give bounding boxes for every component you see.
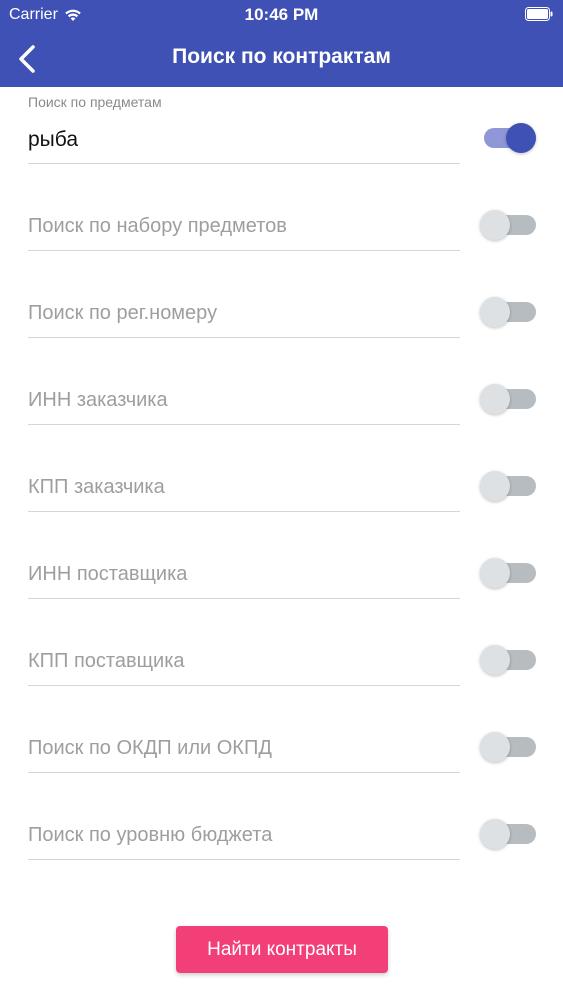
customer-kpp-toggle[interactable] bbox=[480, 471, 536, 501]
subject-search-value: рыба bbox=[28, 128, 78, 151]
toggle-knob bbox=[480, 210, 510, 240]
budget-level-toggle[interactable] bbox=[480, 819, 536, 849]
subject-set-placeholder: Поиск по набору предметов bbox=[28, 215, 287, 237]
filter-row-okdp: Поиск по ОКДП или ОКПД bbox=[0, 696, 563, 783]
find-contracts-button[interactable]: Найти контракты bbox=[176, 926, 388, 973]
toggle-knob bbox=[480, 471, 510, 501]
filter-row-reg-number: Поиск по рег.номеру bbox=[0, 261, 563, 348]
reg-number-placeholder: Поиск по рег.номеру bbox=[28, 302, 218, 324]
toggle-knob bbox=[480, 297, 510, 327]
okdp-placeholder: Поиск по ОКДП или ОКПД bbox=[28, 737, 272, 759]
supplier-kpp-placeholder: КПП поставщика bbox=[28, 650, 185, 672]
chevron-left-icon bbox=[19, 45, 35, 73]
supplier-kpp-field[interactable]: КПП поставщика bbox=[28, 609, 460, 686]
filter-row-customer-kpp: КПП заказчика bbox=[0, 435, 563, 522]
filter-row-subject-set: Поиск по набору предметов bbox=[0, 174, 563, 261]
back-button[interactable] bbox=[10, 42, 44, 76]
customer-kpp-field[interactable]: КПП заказчика bbox=[28, 435, 460, 512]
battery-icon bbox=[525, 7, 553, 21]
subject-search-label: Поиск по предметам bbox=[28, 94, 162, 110]
filter-row-supplier-kpp: КПП поставщика bbox=[0, 609, 563, 696]
page-title: Поиск по контрактам bbox=[172, 45, 391, 68]
toggle-knob bbox=[506, 123, 536, 153]
toggle-knob bbox=[480, 732, 510, 762]
budget-level-placeholder: Поиск по уровню бюджета bbox=[28, 824, 273, 846]
customer-kpp-placeholder: КПП заказчика bbox=[28, 476, 165, 498]
status-time: 10:46 PM bbox=[244, 5, 319, 24]
toggle-knob bbox=[480, 558, 510, 588]
filter-row-budget-level: Поиск по уровню бюджета bbox=[0, 783, 563, 870]
subject-search-field[interactable]: Поиск по предметам рыба bbox=[28, 87, 460, 164]
toggle-knob bbox=[480, 819, 510, 849]
okdp-field[interactable]: Поиск по ОКДП или ОКПД bbox=[28, 696, 460, 773]
subject-search-toggle[interactable] bbox=[480, 123, 536, 153]
supplier-kpp-toggle[interactable] bbox=[480, 645, 536, 675]
budget-level-field[interactable]: Поиск по уровню бюджета bbox=[28, 783, 460, 860]
toggle-knob bbox=[480, 645, 510, 675]
toggle-knob bbox=[480, 384, 510, 414]
app-header: Carrier 10:46 PM Поиск по контрактам bbox=[0, 0, 563, 87]
customer-inn-placeholder: ИНН заказчика bbox=[28, 389, 168, 411]
status-bar: Carrier 10:46 PM bbox=[0, 0, 563, 30]
navigation-bar: Поиск по контрактам bbox=[0, 30, 563, 87]
subject-set-field[interactable]: Поиск по набору предметов bbox=[28, 174, 460, 251]
supplier-inn-toggle[interactable] bbox=[480, 558, 536, 588]
supplier-inn-placeholder: ИНН поставщика bbox=[28, 563, 188, 585]
reg-number-field[interactable]: Поиск по рег.номеру bbox=[28, 261, 460, 338]
subject-set-toggle[interactable] bbox=[480, 210, 536, 240]
filter-row-subject: Поиск по предметам рыба bbox=[0, 87, 563, 174]
okdp-toggle[interactable] bbox=[480, 732, 536, 762]
customer-inn-field[interactable]: ИНН заказчика bbox=[28, 348, 460, 425]
customer-inn-toggle[interactable] bbox=[480, 384, 536, 414]
supplier-inn-field[interactable]: ИНН поставщика bbox=[28, 522, 460, 599]
filter-row-customer-inn: ИНН заказчика bbox=[0, 348, 563, 435]
reg-number-toggle[interactable] bbox=[480, 297, 536, 327]
filter-row-supplier-inn: ИНН поставщика bbox=[0, 522, 563, 609]
